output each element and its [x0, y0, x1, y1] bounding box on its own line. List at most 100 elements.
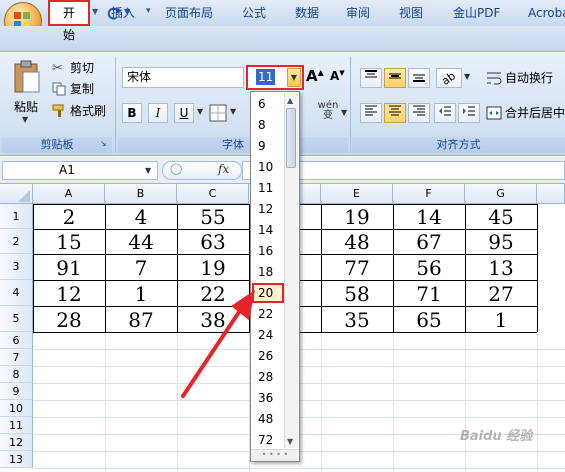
tab-home[interactable]: 开始 [48, 0, 90, 42]
tab-view[interactable]: 视图 [391, 0, 431, 26]
clipboard-launcher-icon[interactable]: ↘ [100, 139, 107, 148]
cut-button[interactable]: 剪切 [70, 58, 94, 78]
cell-e2[interactable]: 48 [321, 230, 393, 255]
italic-button[interactable]: I [148, 103, 168, 123]
underline-dropdown-icon[interactable]: ▼ [197, 107, 203, 116]
customize-quick-access-icon[interactable]: ▾ [146, 6, 151, 16]
cell-a4[interactable]: 12 [33, 282, 105, 307]
font-size-option-18[interactable]: 18 [256, 262, 284, 283]
merge-center-button[interactable]: 合并后居中 [505, 103, 565, 123]
paste-icon[interactable] [12, 60, 42, 94]
increase-indent-button[interactable] [458, 103, 480, 123]
undo-dropdown-icon[interactable]: ▼ [92, 7, 98, 16]
cell-f5[interactable]: 65 [393, 308, 465, 333]
align-middle-button[interactable] [384, 68, 406, 88]
decrease-indent-button[interactable] [434, 103, 456, 123]
tab-acrobat[interactable]: Acroba [520, 0, 565, 26]
cell-f4[interactable]: 71 [393, 282, 465, 307]
font-size-option-8[interactable]: 8 [256, 115, 284, 136]
grow-font-icon[interactable]: A▲ [306, 67, 324, 85]
cell-a2[interactable]: 15 [33, 230, 105, 255]
font-size-option-9[interactable]: 9 [256, 136, 284, 157]
align-top-button[interactable] [360, 68, 382, 88]
column-header-h[interactable] [537, 184, 565, 204]
font-size-option-72[interactable]: 72 [256, 430, 284, 451]
column-header-g[interactable]: G [465, 184, 537, 204]
cell-e5[interactable]: 35 [321, 308, 393, 333]
orientation-dropdown-icon[interactable]: ▼ [464, 72, 470, 81]
font-size-option-11[interactable]: 11 [256, 178, 284, 199]
font-name-combo[interactable]: 宋体 [122, 67, 244, 88]
tab-formulas[interactable]: 公式 [234, 0, 274, 26]
name-box[interactable]: A1 [2, 161, 158, 180]
cell-e4[interactable]: 58 [321, 282, 393, 307]
format-painter-button[interactable]: 格式刷 [70, 101, 106, 121]
cell-a5[interactable]: 28 [33, 308, 105, 333]
cell-a1[interactable]: 2 [33, 205, 105, 230]
cell-f2[interactable]: 67 [393, 230, 465, 255]
dropdown-scroll-thumb[interactable] [286, 108, 296, 168]
font-size-option-6[interactable]: 6 [256, 94, 284, 115]
font-size-option-16[interactable]: 16 [256, 241, 284, 262]
orientation-button[interactable]: ab [436, 68, 462, 88]
column-header-f[interactable]: F [393, 184, 465, 204]
formula-collapse-icon[interactable]: ◯ [170, 162, 182, 175]
paste-button[interactable]: 粘贴 [14, 97, 38, 117]
phonetic-dropdown-icon[interactable]: ▼ [341, 108, 347, 117]
row-header-4[interactable]: 4 [0, 280, 33, 306]
row-header-13[interactable]: 13 [0, 451, 33, 468]
row-header-8[interactable]: 8 [0, 366, 33, 383]
borders-icon[interactable] [209, 104, 227, 122]
name-box-dropdown-icon[interactable]: ▼ [145, 166, 151, 175]
align-right-button[interactable] [408, 103, 430, 123]
row-header-10[interactable]: 10 [0, 400, 33, 417]
paste-dropdown-icon[interactable]: ▼ [22, 115, 28, 124]
wrap-text-button[interactable]: 自动换行 [505, 68, 553, 88]
row-header-11[interactable]: 11 [0, 417, 33, 434]
cell-c2[interactable]: 63 [177, 230, 249, 255]
cell-g2[interactable]: 95 [465, 230, 537, 255]
row-header-5[interactable]: 5 [0, 306, 33, 332]
cell-g5[interactable]: 1 [465, 308, 537, 333]
tab-kingsoft-pdf[interactable]: 金山PDF [445, 0, 508, 26]
column-header-b[interactable]: B [105, 184, 177, 204]
row-header-7[interactable]: 7 [0, 349, 33, 366]
font-size-option-10[interactable]: 10 [256, 157, 284, 178]
shrink-font-icon[interactable]: A▼ [330, 69, 345, 83]
cell-g1[interactable]: 45 [465, 205, 537, 230]
cell-g3[interactable]: 13 [465, 256, 537, 281]
cell-b4[interactable]: 1 [105, 282, 177, 307]
tab-review[interactable]: 审阅 [338, 0, 378, 26]
cell-b1[interactable]: 4 [105, 205, 177, 230]
cell-f1[interactable]: 14 [393, 205, 465, 230]
row-header-6[interactable]: 6 [0, 332, 33, 349]
cell-f3[interactable]: 56 [393, 256, 465, 281]
bold-button[interactable]: B [122, 103, 142, 123]
row-header-3[interactable]: 3 [0, 254, 33, 280]
copy-button[interactable]: 复制 [70, 79, 94, 99]
row-header-9[interactable]: 9 [0, 383, 33, 400]
align-center-button[interactable] [384, 103, 406, 123]
dropdown-resize-grip[interactable]: • • • • [251, 449, 299, 461]
underline-button[interactable]: U [174, 103, 194, 123]
cell-c1[interactable]: 55 [177, 205, 249, 230]
column-header-c[interactable]: C [177, 184, 249, 204]
cell-a3[interactable]: 91 [33, 256, 105, 281]
font-size-option-48[interactable]: 48 [256, 409, 284, 430]
font-size-dropdown-icon[interactable]: ▼ [287, 68, 301, 87]
phonetic-guide-icon[interactable]: wén 变 [316, 101, 340, 125]
tab-page-layout[interactable]: 页面布局 [157, 0, 221, 26]
borders-dropdown-icon[interactable]: ▼ [230, 107, 236, 116]
cell-c3[interactable]: 19 [177, 256, 249, 281]
column-header-e[interactable]: E [321, 184, 393, 204]
tab-insert[interactable]: 插入 [103, 0, 143, 26]
scroll-up-icon[interactable]: ▲ [287, 96, 293, 105]
font-size-option-14[interactable]: 14 [256, 220, 284, 241]
column-header-a[interactable]: A [33, 184, 105, 204]
cell-b5[interactable]: 87 [105, 308, 177, 333]
font-size-option-12[interactable]: 12 [256, 199, 284, 220]
row-header-12[interactable]: 12 [0, 434, 33, 451]
scroll-down-icon[interactable]: ▼ [287, 437, 293, 446]
cell-b2[interactable]: 44 [105, 230, 177, 255]
cell-e1[interactable]: 19 [321, 205, 393, 230]
